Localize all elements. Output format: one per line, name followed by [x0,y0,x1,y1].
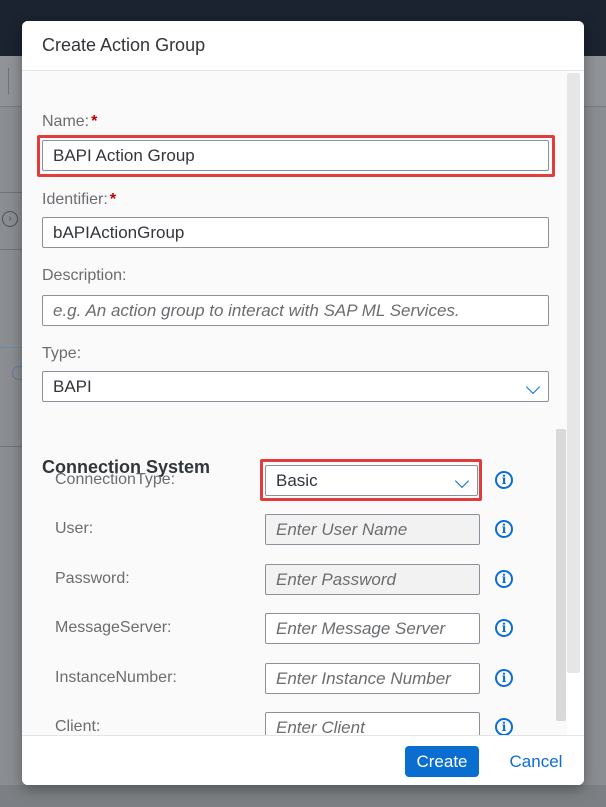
create-action-group-dialog: Create Action Group Name: * BAPI Action G… [22,21,584,785]
dialog-content: Name: * BAPI Action Group Identifier: * bA… [22,71,567,735]
required-mark: * [109,191,117,208]
name-label: Name: * [42,113,98,130]
chevron-down-icon [525,379,541,395]
user-label: User: [55,520,94,537]
password-label: Password: [55,570,130,587]
info-icon[interactable]: i [495,570,513,588]
info-icon[interactable]: i [495,619,513,637]
info-icon[interactable]: i [495,669,513,687]
description-label: Description: [42,267,127,284]
inner-scrollbar[interactable] [556,429,566,721]
dialog-title: Create Action Group [42,35,206,55]
message-server-input[interactable]: Enter Message Server [265,613,480,644]
dialog-header: Create Action Group [22,21,584,71]
instance-number-label: InstanceNumber: [55,669,177,686]
background-footer [0,785,606,807]
connection-type-label: ConnectionType: [55,471,176,488]
required-mark: * [91,113,98,130]
name-highlight [37,135,555,177]
chevron-right-icon: › [2,211,18,227]
cancel-button[interactable]: Cancel [506,746,566,777]
background-separator [8,68,9,94]
info-icon[interactable]: i [495,471,513,489]
create-button[interactable]: Create [405,746,479,777]
description-input[interactable]: e.g. An action group to interact with SA… [42,295,549,326]
client-input[interactable]: Enter Client [265,712,480,735]
password-input[interactable]: Enter Password [265,564,480,595]
type-select[interactable]: BAPI [42,371,549,402]
dialog-footer: Create Cancel [22,735,584,785]
outer-scrollbar[interactable] [567,73,580,673]
identifier-label: Identifier: * [42,191,117,208]
type-label: Type: [42,345,82,362]
info-icon[interactable]: i [495,718,513,735]
user-input[interactable]: Enter User Name [265,514,480,545]
connection-type-highlight [260,459,482,501]
identifier-input[interactable]: bAPIActionGroup [42,217,549,248]
info-icon[interactable]: i [495,520,513,538]
client-label: Client: [55,718,101,735]
instance-number-input[interactable]: Enter Instance Number [265,663,480,694]
message-server-label: MessageServer: [55,619,172,636]
